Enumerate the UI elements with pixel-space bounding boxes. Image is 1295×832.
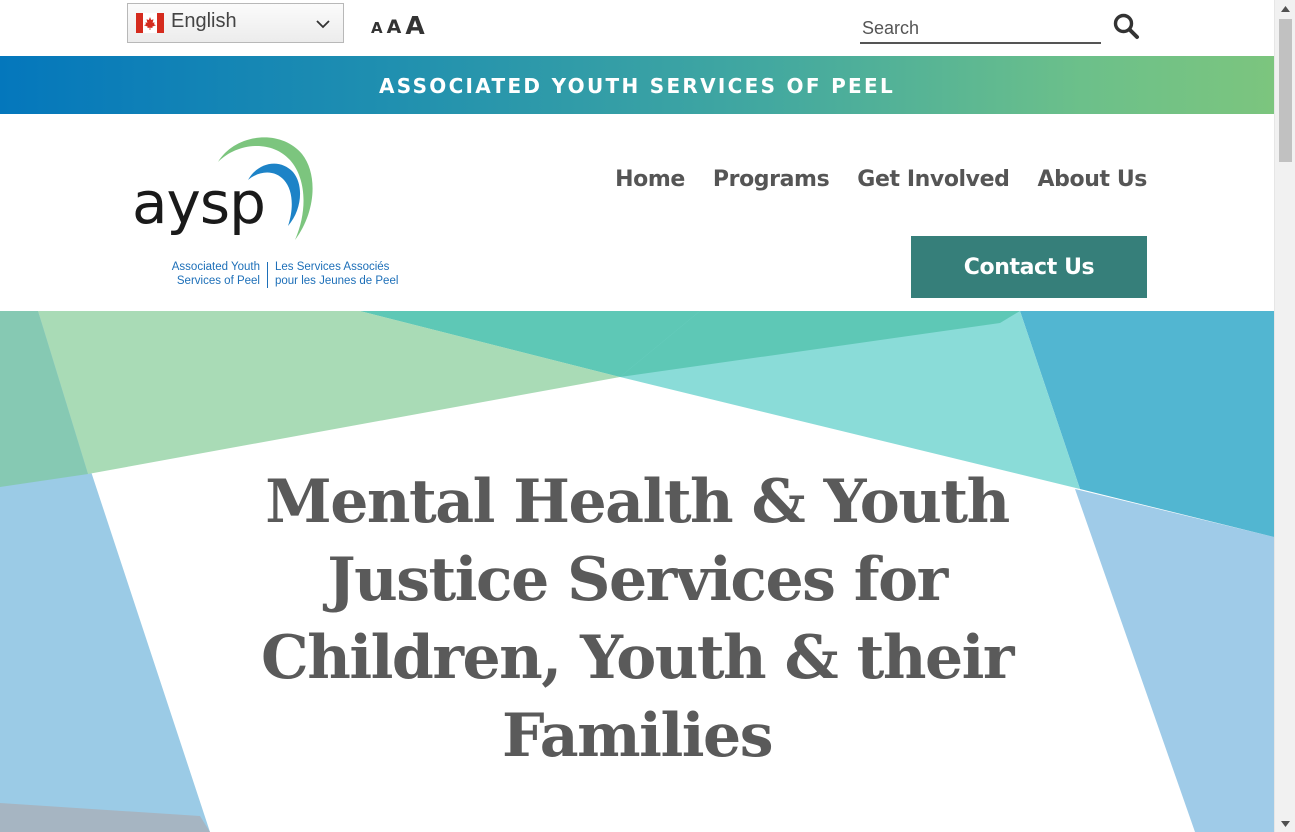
organization-banner: ASSOCIATED YOUTH SERVICES OF PEEL	[0, 56, 1274, 114]
logo-subtitle-en-line2: Services of Peel	[176, 275, 260, 287]
contact-us-button[interactable]: Contact Us	[911, 236, 1147, 298]
logo-subtitle-english: Associated Youth Services of Peel	[152, 260, 260, 288]
logo-subtitle-fr-line1: Les Services Associés	[275, 261, 390, 273]
site-header: aysp Associated Youth Services of Peel L…	[0, 114, 1274, 311]
nav-item-get-involved[interactable]: Get Involved	[857, 167, 1010, 192]
language-select-value: English	[171, 10, 237, 32]
scroll-up-arrow-icon[interactable]	[1275, 0, 1295, 17]
nav-item-programs[interactable]: Programs	[713, 167, 830, 192]
font-size-large-button[interactable]: A	[405, 13, 424, 40]
font-size-controls: A A A	[371, 6, 425, 40]
chevron-down-icon	[316, 20, 330, 29]
canada-flag-icon	[136, 13, 164, 33]
top-utility-bar: English A A A	[0, 0, 1274, 56]
font-size-small-button[interactable]: A	[371, 21, 383, 40]
page: English A A A ASSOCIATED YOUTH SERVICES …	[0, 0, 1274, 832]
search-icon[interactable]	[1112, 12, 1140, 40]
search-field-wrapper	[860, 10, 1101, 44]
nav-item-about-us[interactable]: About Us	[1038, 167, 1148, 192]
scroll-down-arrow-icon[interactable]	[1275, 815, 1295, 832]
banner-title: ASSOCIATED YOUTH SERVICES OF PEEL	[378, 74, 895, 98]
hero-title: Mental Health & Youth Justice Services f…	[260, 467, 1015, 771]
logo-subtitle-french: Les Services Associés pour les Jeunes de…	[275, 260, 405, 288]
logo-wordmark: aysp	[132, 169, 266, 237]
hero-section: Mental Health & Youth Justice Services f…	[0, 311, 1274, 832]
scrollbar-thumb[interactable]	[1279, 19, 1292, 162]
aysp-logo[interactable]: aysp Associated Youth Services of Peel L…	[130, 132, 400, 294]
font-size-medium-button[interactable]: A	[387, 18, 402, 40]
main-nav: Home Programs Get Involved About Us	[615, 167, 1147, 192]
search-input[interactable]	[860, 14, 1098, 42]
logo-divider	[267, 262, 268, 288]
logo-subtitle-en-line1: Associated Youth	[171, 261, 260, 273]
logo-subtitle-fr-line2: pour les Jeunes de Peel	[275, 275, 399, 287]
nav-item-home[interactable]: Home	[615, 167, 685, 192]
language-select[interactable]: English	[127, 3, 344, 43]
vertical-scrollbar[interactable]	[1274, 0, 1295, 832]
